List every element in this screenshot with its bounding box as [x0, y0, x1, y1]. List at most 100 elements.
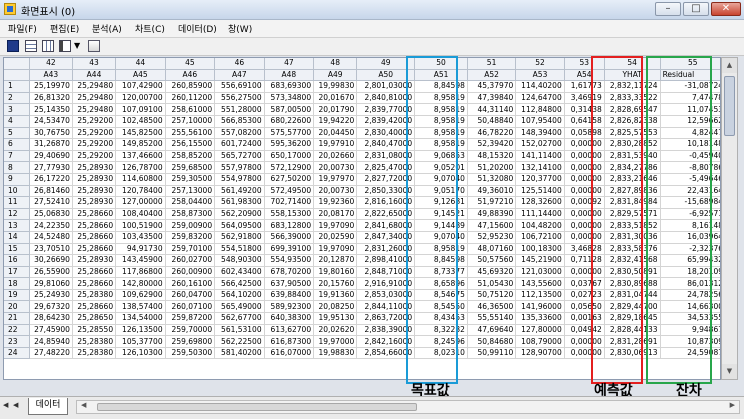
table-cell[interactable]: 259,70100 — [165, 243, 216, 256]
table-cell[interactable]: 111,14400 — [515, 208, 565, 221]
column-icon[interactable] — [59, 40, 71, 52]
table-cell[interactable]: 94,91730 — [115, 243, 166, 256]
table-cell[interactable]: 16,03964 — [660, 231, 720, 244]
table-cell[interactable]: 0,00000 — [564, 150, 605, 163]
table-cell[interactable]: 2,825,47000 — [356, 161, 416, 174]
table-cell[interactable]: 19,80160 — [313, 266, 358, 279]
first-sheet-icon[interactable]: ◀ — [3, 401, 8, 409]
table-cell[interactable]: 49,88390 — [467, 208, 517, 221]
table-cell[interactable]: 2,829,44700 — [604, 300, 661, 314]
table-cell[interactable]: 561,49200 — [214, 185, 265, 198]
menu-edit[interactable]: 편집(E) — [50, 22, 79, 35]
table-cell[interactable]: 46,78220 — [467, 127, 517, 140]
table-cell[interactable]: 2,832,41568 — [604, 254, 661, 267]
scroll-down-icon[interactable]: ▼ — [722, 364, 737, 379]
table-cell[interactable]: 255,56100 — [165, 127, 216, 140]
menu-analysis[interactable]: 분석(A) — [92, 22, 122, 35]
table-cell[interactable]: 259,50300 — [165, 347, 216, 360]
table-cell[interactable]: 566,85300 — [214, 115, 265, 128]
table-cell[interactable]: 51,97210 — [467, 196, 517, 209]
table-cell[interactable]: 683,69300 — [264, 80, 315, 93]
table-cell[interactable]: 9,05201 — [414, 161, 468, 174]
table-cell[interactable]: 259,69800 — [165, 335, 216, 348]
row-number-header[interactable]: 12 — [4, 208, 30, 221]
table-cell[interactable]: 548,90300 — [214, 254, 265, 267]
table-cell[interactable]: 562,22500 — [214, 335, 265, 348]
column-name-header[interactable]: A48 — [264, 69, 315, 82]
column-number-header[interactable]: 44 — [115, 58, 166, 70]
table-cell[interactable]: 114,40200 — [515, 80, 565, 93]
column-number-header[interactable]: 43 — [72, 58, 117, 70]
table-cell[interactable]: 29,67320 — [29, 300, 73, 314]
column-name-header[interactable]: A43 — [29, 69, 73, 82]
table-cell[interactable]: 20,00730 — [313, 185, 358, 198]
table-cell[interactable]: 148,39400 — [515, 127, 565, 140]
table-cell[interactable]: 145,82500 — [115, 127, 166, 140]
table-cell[interactable]: 0,00092 — [564, 196, 605, 209]
table-cell[interactable]: 141,96000 — [515, 300, 565, 314]
column-name-header[interactable]: A47 — [214, 69, 265, 82]
table-cell[interactable]: 589,92300 — [264, 300, 315, 314]
table-cell[interactable]: 0,31438 — [564, 103, 605, 116]
table-cell[interactable]: 616,87300 — [264, 335, 315, 348]
table-cell[interactable]: 23,70510 — [29, 243, 73, 256]
table-cell[interactable]: 2,829,18645 — [604, 312, 661, 325]
table-cell[interactable]: 128,32600 — [515, 196, 565, 209]
table-cell[interactable]: 20,04450 — [313, 127, 358, 140]
table-cell[interactable]: 683,12800 — [264, 219, 315, 232]
table-cell[interactable]: 602,43400 — [214, 266, 265, 279]
row-number-header[interactable]: 18 — [4, 277, 30, 290]
column-name-header[interactable]: A53 — [515, 69, 565, 82]
table-cell[interactable]: 2,830,06913 — [604, 347, 661, 360]
table-cell[interactable]: 105,37700 — [115, 335, 166, 348]
table-cell[interactable]: 678,70200 — [264, 266, 315, 279]
table-cell[interactable]: 52,39420 — [467, 138, 517, 151]
table-cell[interactable]: 14,66300 — [660, 300, 720, 314]
column-number-header[interactable]: 46 — [214, 58, 265, 70]
table-cell[interactable]: 8,95819 — [414, 115, 468, 128]
table-cell[interactable]: 257,10000 — [165, 115, 216, 128]
table-cell[interactable]: 51,20200 — [467, 161, 517, 174]
column-number-header[interactable]: 45 — [165, 58, 216, 70]
table-cell[interactable]: 259,83200 — [165, 231, 216, 244]
table-cell[interactable]: 2,833,21646 — [604, 173, 661, 186]
table-cell[interactable]: 0,00163 — [564, 312, 605, 325]
table-cell[interactable]: 48,15320 — [467, 150, 517, 163]
table-cell[interactable]: 24,85940 — [29, 335, 73, 348]
table-cell[interactable]: 258,61000 — [165, 103, 216, 116]
table-cell[interactable]: 19,99830 — [313, 80, 358, 93]
table-cell[interactable]: 24,52480 — [29, 231, 73, 244]
table-cell[interactable]: 25,14350 — [29, 103, 73, 116]
table-cell[interactable]: 2,831,26000 — [356, 243, 416, 256]
table-cell[interactable]: 145,21900 — [515, 254, 565, 267]
table-cell[interactable]: 680,22600 — [264, 115, 315, 128]
row-number-header[interactable]: 2 — [4, 92, 30, 105]
table-cell[interactable]: 20,15760 — [313, 277, 358, 290]
table-cell[interactable]: 0,00000 — [564, 335, 605, 348]
table-cell[interactable]: 8,54550 — [414, 300, 468, 314]
table-cell[interactable]: 25,28380 — [72, 289, 117, 302]
table-cell[interactable]: 19,95130 — [313, 312, 358, 325]
table-cell[interactable]: 260,07100 — [165, 300, 216, 314]
row-number-header[interactable]: 16 — [4, 254, 30, 267]
table-cell[interactable]: 564,10200 — [214, 289, 265, 302]
table-cell[interactable]: 8,84598 — [414, 254, 468, 267]
table-cell[interactable]: 55,55140 — [467, 312, 517, 325]
table-cell[interactable]: 25,29480 — [72, 103, 117, 116]
table-cell[interactable]: 0,00000 — [564, 161, 605, 174]
save-icon[interactable] — [7, 40, 19, 52]
column-number-header[interactable]: 54 — [604, 58, 661, 70]
table-cell[interactable]: 24,78256 — [660, 289, 720, 302]
table-cell[interactable]: 2,830,50891 — [604, 266, 661, 279]
table-cell[interactable]: 8,73377 — [414, 266, 468, 279]
table-cell[interactable]: 126,78700 — [115, 161, 166, 174]
column-name-header[interactable]: A49 — [313, 69, 358, 82]
table-cell[interactable]: 0,64158 — [564, 115, 605, 128]
table-cell[interactable]: 25,28930 — [72, 185, 117, 198]
table-cell[interactable]: 25,28930 — [72, 196, 117, 209]
table-cell[interactable]: 30,26690 — [29, 254, 73, 267]
table-cell[interactable]: 260,04700 — [165, 289, 216, 302]
table-cell[interactable]: 121,03000 — [515, 266, 565, 279]
column-name-header[interactable]: A50 — [356, 69, 416, 82]
table-cell[interactable]: 24,22350 — [29, 219, 73, 232]
